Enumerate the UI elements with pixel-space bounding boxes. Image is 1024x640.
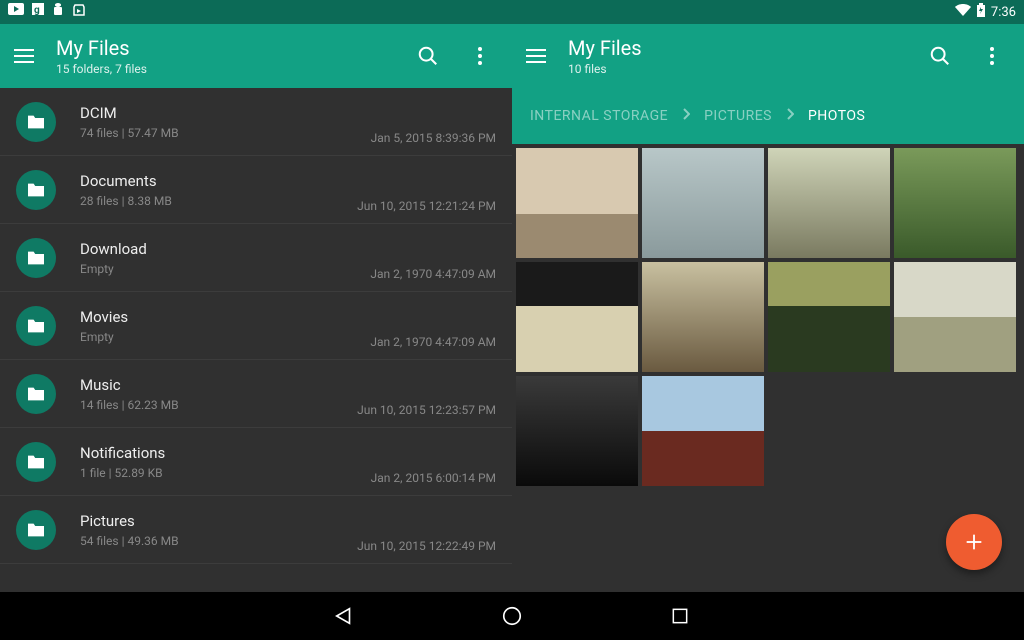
folder-date: Jan 5, 2015 8:39:36 PM: [371, 131, 496, 145]
app-subtitle: 15 folders, 7 files: [56, 62, 147, 76]
folder-meta: 14 files | 62.23 MB: [80, 398, 357, 412]
svg-text:g: g: [34, 5, 40, 15]
statusbar-right: 7:36: [512, 0, 1024, 24]
list-item[interactable]: Pictures 54 files | 49.36 MBJun 10, 2015 …: [0, 496, 512, 564]
list-item[interactable]: Download EmptyJan 2, 1970 4:47:09 AM: [0, 224, 512, 292]
folder-meta: 28 files | 8.38 MB: [80, 194, 357, 208]
folder-meta: Empty: [80, 262, 370, 276]
list-item[interactable]: Notifications 1 file | 52.89 KBJan 2, 201…: [0, 428, 512, 496]
nav-recents-button[interactable]: [666, 602, 694, 630]
folder-meta: Empty: [80, 330, 370, 344]
folder-name: Documents: [80, 172, 357, 190]
more-vert-icon: [990, 47, 994, 65]
clock-label: 7:36: [991, 5, 1016, 20]
folder-date: Jun 10, 2015 12:22:49 PM: [357, 539, 496, 553]
folder-icon: [26, 522, 46, 538]
photo-thumbnail[interactable]: [768, 262, 890, 372]
folder-date: Jan 2, 1970 4:47:09 AM: [370, 335, 496, 349]
folder-date: Jan 2, 2015 6:00:14 PM: [371, 471, 496, 485]
folder-icon: [26, 114, 46, 130]
folder-name: Movies: [80, 308, 370, 326]
wifi-icon: [955, 4, 971, 20]
folder-icon: [26, 250, 46, 266]
back-icon: [333, 605, 355, 627]
chevron-right-icon: [682, 108, 690, 124]
breadcrumb: INTERNAL STORAGE PICTURES PHOTOS: [512, 88, 1024, 144]
folder-avatar: [16, 238, 56, 278]
folder-date: Jun 10, 2015 12:21:24 PM: [357, 199, 496, 213]
folder-avatar: [16, 102, 56, 142]
appbar-left: My Files 15 folders, 7 files: [0, 24, 512, 88]
nav-back-button[interactable]: [330, 602, 358, 630]
home-icon: [501, 605, 523, 627]
fab-add-button[interactable]: [946, 514, 1002, 570]
app-subtitle: 10 files: [568, 62, 642, 76]
photo-grid[interactable]: [512, 144, 1024, 592]
folder-avatar: [16, 442, 56, 482]
search-button[interactable]: [416, 44, 440, 68]
folder-avatar: [16, 374, 56, 414]
chevron-right-icon: [786, 108, 794, 124]
folder-name: DCIM: [80, 104, 371, 122]
folder-avatar: [16, 306, 56, 346]
overflow-button[interactable]: [468, 44, 492, 68]
menu-button[interactable]: [524, 44, 548, 68]
folder-icon: [26, 182, 46, 198]
folder-avatar: [16, 510, 56, 550]
photo-thumbnail[interactable]: [516, 262, 638, 372]
folder-avatar: [16, 170, 56, 210]
search-icon: [417, 45, 439, 67]
photo-thumbnail[interactable]: [894, 262, 1016, 372]
play-store-icon: [72, 3, 86, 21]
list-item[interactable]: Movies EmptyJan 2, 1970 4:47:09 AM: [0, 292, 512, 360]
folder-meta: 74 files | 57.47 MB: [80, 126, 371, 140]
plus-icon: [963, 531, 985, 553]
folder-name: Pictures: [80, 512, 357, 530]
folder-date: Jan 2, 1970 4:47:09 AM: [370, 267, 496, 281]
search-icon: [929, 45, 951, 67]
more-vert-icon: [478, 47, 482, 65]
menu-button[interactable]: [12, 44, 36, 68]
panel-left: g My Files 15 folders, 7 files: [0, 0, 512, 592]
photo-thumbnail[interactable]: [642, 376, 764, 486]
breadcrumb-item[interactable]: INTERNAL STORAGE: [530, 108, 668, 124]
recents-icon: [670, 606, 690, 626]
nav-home-button[interactable]: [498, 602, 526, 630]
photo-thumbnail[interactable]: [768, 148, 890, 258]
android-icon: [52, 3, 64, 21]
breadcrumb-item[interactable]: PHOTOS: [808, 108, 865, 124]
panel-right: 7:36 My Files 10 files: [512, 0, 1024, 592]
search-button[interactable]: [928, 44, 952, 68]
photo-thumbnail[interactable]: [642, 148, 764, 258]
folder-meta: 54 files | 49.36 MB: [80, 534, 357, 548]
hamburger-icon: [526, 49, 546, 63]
battery-icon: [977, 3, 985, 21]
navigation-bar: [0, 592, 1024, 640]
photo-thumbnail[interactable]: [642, 262, 764, 372]
list-item[interactable]: Documents 28 files | 8.38 MBJun 10, 2015 …: [0, 156, 512, 224]
folder-icon: [26, 318, 46, 334]
list-item[interactable]: Music 14 files | 62.23 MBJun 10, 2015 12:…: [0, 360, 512, 428]
list-item[interactable]: DCIM 74 files | 57.47 MBJan 5, 2015 8:39:…: [0, 88, 512, 156]
folder-icon: [26, 386, 46, 402]
statusbar-left: g: [0, 0, 512, 24]
photo-thumbnail[interactable]: [516, 148, 638, 258]
folder-name: Music: [80, 376, 357, 394]
folder-name: Notifications: [80, 444, 371, 462]
photo-thumbnail[interactable]: [516, 376, 638, 486]
folder-name: Download: [80, 240, 370, 258]
hamburger-icon: [14, 49, 34, 63]
breadcrumb-item[interactable]: PICTURES: [704, 108, 772, 124]
youtube-icon: [8, 3, 24, 21]
folder-list[interactable]: DCIM 74 files | 57.47 MBJan 5, 2015 8:39:…: [0, 88, 512, 592]
appbar-right: My Files 10 files: [512, 24, 1024, 88]
folder-meta: 1 file | 52.89 KB: [80, 466, 371, 480]
app-title: My Files: [56, 36, 147, 60]
folder-icon: [26, 454, 46, 470]
folder-date: Jun 10, 2015 12:23:57 PM: [357, 403, 496, 417]
google-plus-icon: g: [32, 3, 44, 21]
app-title: My Files: [568, 36, 642, 60]
overflow-button[interactable]: [980, 44, 1004, 68]
photo-thumbnail[interactable]: [894, 148, 1016, 258]
